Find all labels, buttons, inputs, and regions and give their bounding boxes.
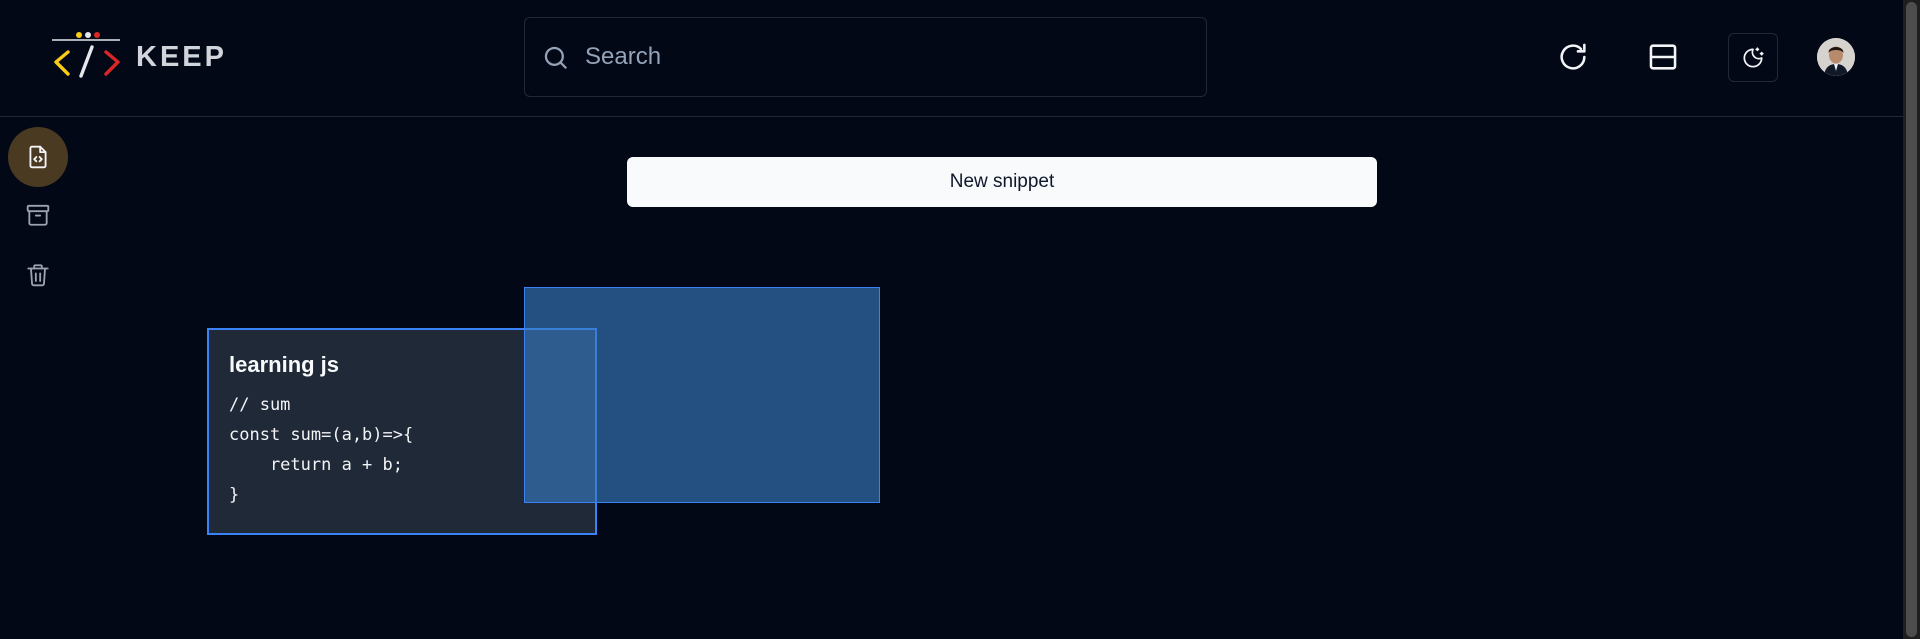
search-icon [542,44,569,71]
drag-selection-overlay [524,287,880,503]
avatar-icon [1817,38,1855,76]
trash-icon [27,264,49,287]
vertical-scrollbar[interactable] [1903,0,1920,639]
theme-toggle-button[interactable] [1728,33,1778,82]
sidebar-item-snippets[interactable] [8,127,68,187]
sidebar-item-archive[interactable] [8,185,68,245]
search-input[interactable] [583,18,1206,96]
code-brackets-logo-icon [52,32,120,78]
user-avatar[interactable] [1817,38,1855,76]
moon-icon [1743,46,1764,67]
layout-toggle-icon [1649,44,1677,70]
sidebar-item-trash[interactable] [8,245,68,305]
top-header: KEEP [0,0,1903,117]
refresh-icon [1560,43,1586,70]
scrollbar-thumb[interactable] [1906,2,1917,637]
layout-toggle-button[interactable] [1643,37,1683,77]
archive-icon [26,204,50,226]
refresh-button[interactable] [1553,37,1593,77]
app-name: KEEP [136,40,227,73]
new-snippet-button[interactable]: New snippet [627,157,1377,207]
search-bar [524,17,1207,97]
app-logo[interactable]: KEEP [50,32,227,82]
file-code-icon [29,145,47,169]
